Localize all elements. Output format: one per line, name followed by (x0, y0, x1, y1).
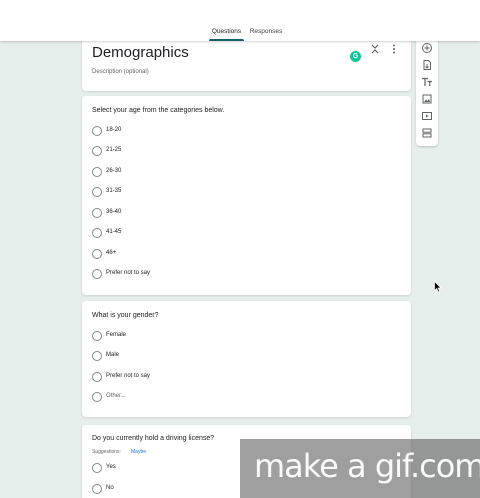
question-title-text: What is your gender? (92, 312, 159, 319)
radio-button[interactable] (92, 187, 102, 197)
watermark-overlay: make a gif.com (240, 439, 480, 498)
option-label: Female (106, 332, 127, 338)
option-label: 26-30 (106, 168, 122, 174)
form-title[interactable]: Demographics (92, 44, 189, 61)
option-label: Male (106, 352, 120, 358)
option-label: Prefer not to say (106, 373, 151, 379)
form-header-bar: Questions Responses (0, 0, 480, 41)
collapse-icon[interactable] (371, 44, 379, 54)
question-title[interactable]: Do you currently hold a driving license? (92, 435, 214, 442)
watermark-text: make a gif.com (254, 447, 480, 485)
add-section-icon[interactable] (421, 127, 433, 139)
option-label-other: Other... (106, 393, 126, 399)
radio-button[interactable] (92, 269, 102, 279)
option-label: 36-40 (106, 209, 122, 215)
add-title-icon[interactable] (421, 76, 433, 88)
question-card-age[interactable]: Select your age from the categories belo… (82, 96, 411, 295)
add-question-icon[interactable] (421, 42, 433, 54)
radio-button[interactable] (92, 228, 102, 238)
option-label: 41-45 (106, 229, 122, 235)
radio-button[interactable] (92, 463, 102, 473)
radio-button[interactable] (92, 484, 102, 494)
add-video-icon[interactable] (421, 110, 433, 122)
question-title[interactable]: What is your gender? (92, 312, 159, 319)
option-label: Prefer not to say (106, 270, 151, 276)
radio-button[interactable] (92, 126, 102, 136)
radio-button[interactable] (92, 208, 102, 218)
suggestion-chip[interactable]: Maybe (131, 449, 146, 455)
tab-questions[interactable]: Questions (209, 26, 244, 41)
radio-button[interactable] (92, 146, 102, 156)
import-questions-icon[interactable] (421, 59, 433, 71)
radio-button[interactable] (92, 392, 102, 402)
floating-toolbar (416, 38, 438, 146)
tab-responses[interactable]: Responses (249, 26, 283, 41)
add-image-icon[interactable] (421, 93, 433, 105)
radio-button[interactable] (92, 372, 102, 382)
option-label: No (106, 485, 114, 491)
question-title[interactable]: Select your age from the categories belo… (92, 107, 224, 114)
radio-button[interactable] (92, 249, 102, 259)
more-vert-icon[interactable] (391, 44, 397, 54)
radio-button[interactable] (92, 167, 102, 177)
radio-button[interactable] (92, 331, 102, 341)
mouse-cursor-icon (434, 281, 442, 293)
option-label: Yes (106, 464, 116, 470)
grammarly-icon[interactable]: G (350, 51, 361, 62)
tab-bar: Questions Responses (0, 26, 480, 41)
suggestions-label: Suggestions: (92, 449, 121, 455)
option-label: 21-25 (106, 147, 122, 153)
option-label: 18-20 (106, 127, 122, 133)
option-label: 46+ (106, 250, 117, 256)
option-label: 31-35 (106, 188, 122, 194)
radio-button[interactable] (92, 351, 102, 361)
question-card-gender[interactable]: What is your gender? Female Male Prefer … (82, 301, 411, 417)
form-description-field[interactable]: Description (optional) (92, 69, 149, 75)
